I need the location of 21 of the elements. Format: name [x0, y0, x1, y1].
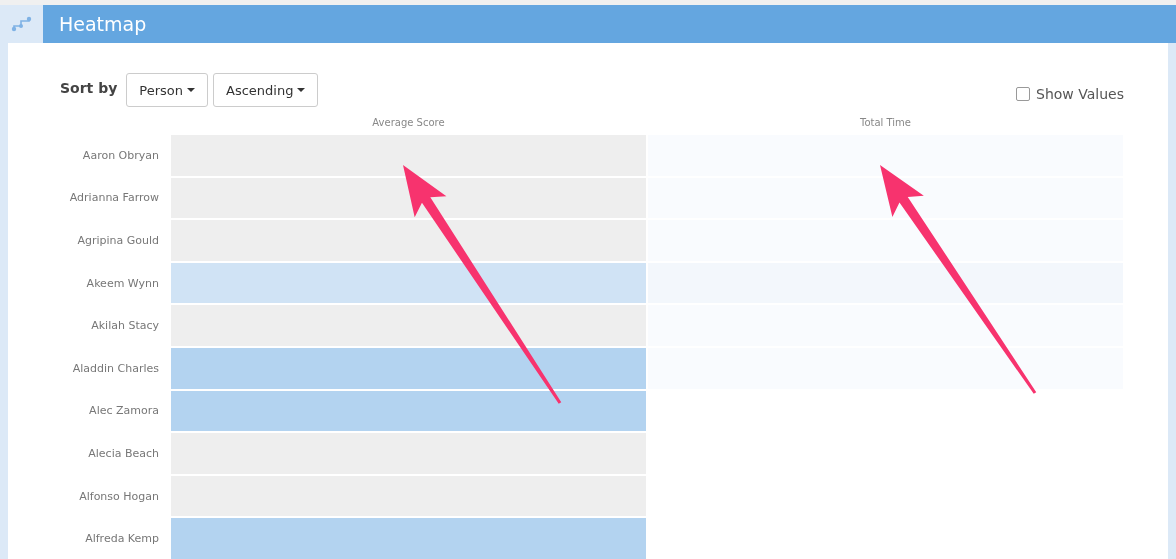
sort-order-dropdown[interactable]: Ascending [213, 73, 319, 108]
row-label: Alecia Beach [87, 447, 160, 460]
row-label: Alfonso Hogan [78, 489, 160, 503]
checkbox-label: Show Values [1036, 86, 1124, 103]
row-label: Adrianna Farrow [68, 191, 160, 205]
row-label: Akilah Stacy [90, 319, 160, 333]
column-header: Total Time [859, 117, 912, 131]
sort-label: Sort by [60, 80, 118, 97]
row-label: Alfreda Kemp [84, 532, 160, 546]
row-label: Akeem Wynn [85, 276, 160, 290]
row-label: Aaron Obryan [81, 148, 160, 162]
caret-icon [187, 88, 195, 93]
sort-field-dropdown[interactable]: Person [126, 73, 208, 108]
column-header: Average Score [371, 117, 446, 131]
row-label: Aladdin Charles [71, 361, 160, 375]
checkbox[interactable] [1016, 87, 1031, 102]
page-title: Heatmap [59, 13, 147, 36]
caret-icon [297, 88, 306, 93]
row-label: Agripina Gould [76, 234, 160, 248]
path-icon [10, 16, 33, 33]
row-label: Alec Zamora [88, 404, 160, 418]
